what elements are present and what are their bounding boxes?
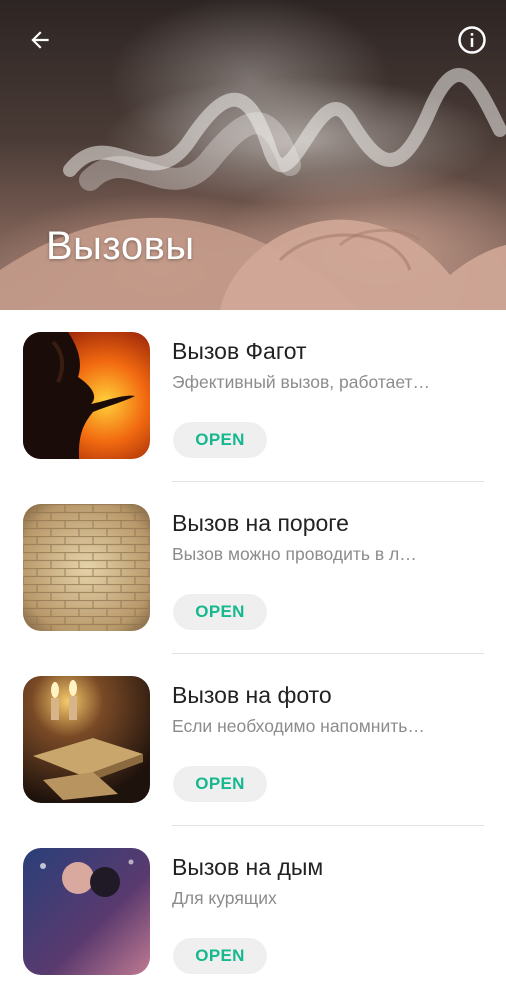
item-title: Вызов на дым xyxy=(172,854,324,880)
list-item[interactable]: Вызов на фото Если необходимо напомнить…… xyxy=(0,654,506,826)
item-description: Эфективный вызов, работает… xyxy=(172,372,431,392)
header-banner: Вызовы xyxy=(0,0,506,310)
item-title: Вызов Фагот xyxy=(172,338,307,364)
couple-image xyxy=(23,848,150,975)
brick-wall-image xyxy=(23,504,150,631)
back-button[interactable] xyxy=(20,20,60,60)
item-title: Вызов на фото xyxy=(172,682,332,708)
list-item[interactable]: Вызов на дым Для курящих OPEN xyxy=(0,826,506,998)
item-description: Если необходимо напомнить… xyxy=(172,716,425,736)
ritual-list: Вызов Фагот Эфективный вызов, работает… … xyxy=(0,310,506,998)
list-item[interactable]: Вызов на пороге Вызов можно проводить в … xyxy=(0,482,506,654)
item-description: Вызов можно проводить в л… xyxy=(172,544,417,564)
item-description: Для курящих xyxy=(172,888,277,908)
woman-blowing-fire-image xyxy=(23,332,150,459)
info-icon xyxy=(458,26,486,54)
item-title: Вызов на пороге xyxy=(172,510,349,536)
list-item[interactable]: Вызов Фагот Эфективный вызов, работает… … xyxy=(0,310,506,482)
page-title: Вызовы xyxy=(46,224,195,268)
open-button[interactable]: OPEN xyxy=(173,594,267,630)
open-button[interactable]: OPEN xyxy=(173,938,267,974)
arrow-left-icon xyxy=(31,31,49,49)
candles-book-image xyxy=(23,676,150,803)
open-button[interactable]: OPEN xyxy=(173,766,267,802)
open-button[interactable]: OPEN xyxy=(173,422,267,458)
info-button[interactable] xyxy=(452,20,492,60)
